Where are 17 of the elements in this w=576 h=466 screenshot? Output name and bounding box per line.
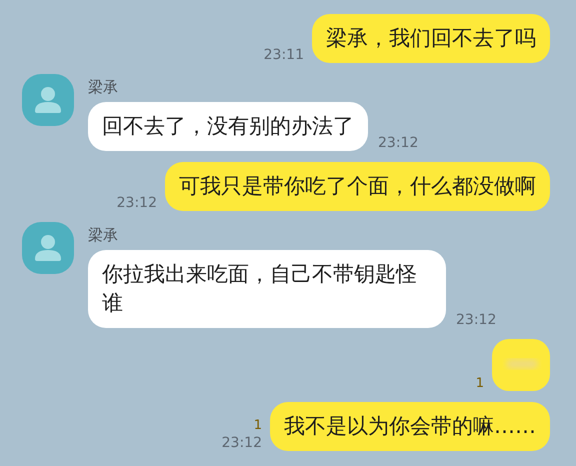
message-time: 23:12 xyxy=(116,195,157,211)
message-bubble: 梁承，我们回不去了吗 xyxy=(312,14,550,63)
message-bubble: 回不去了，没有别的办法了 xyxy=(88,102,368,151)
sender-name: 梁承 xyxy=(88,78,119,96)
message-bubble: 你拉我出来吃面，自己不带钥匙怪谁 xyxy=(88,250,446,328)
message-time: 23:12 xyxy=(378,135,418,151)
unread-count: 1 xyxy=(476,376,484,391)
message-time: 23:12 xyxy=(222,435,262,451)
blurred-message-bubble xyxy=(492,339,550,391)
avatar-icon[interactable] xyxy=(22,222,74,274)
avatar-icon[interactable] xyxy=(22,74,74,126)
message-time: 23:12 xyxy=(456,312,496,328)
sender-name: 梁承 xyxy=(88,226,119,244)
unread-count: 1 xyxy=(254,418,262,433)
message-bubble: 可我只是带你吃了个面，什么都没做啊 xyxy=(165,162,550,211)
message-bubble: 我不是以为你会带的嘛…… xyxy=(270,402,550,451)
message-time: 23:11 xyxy=(264,47,304,63)
